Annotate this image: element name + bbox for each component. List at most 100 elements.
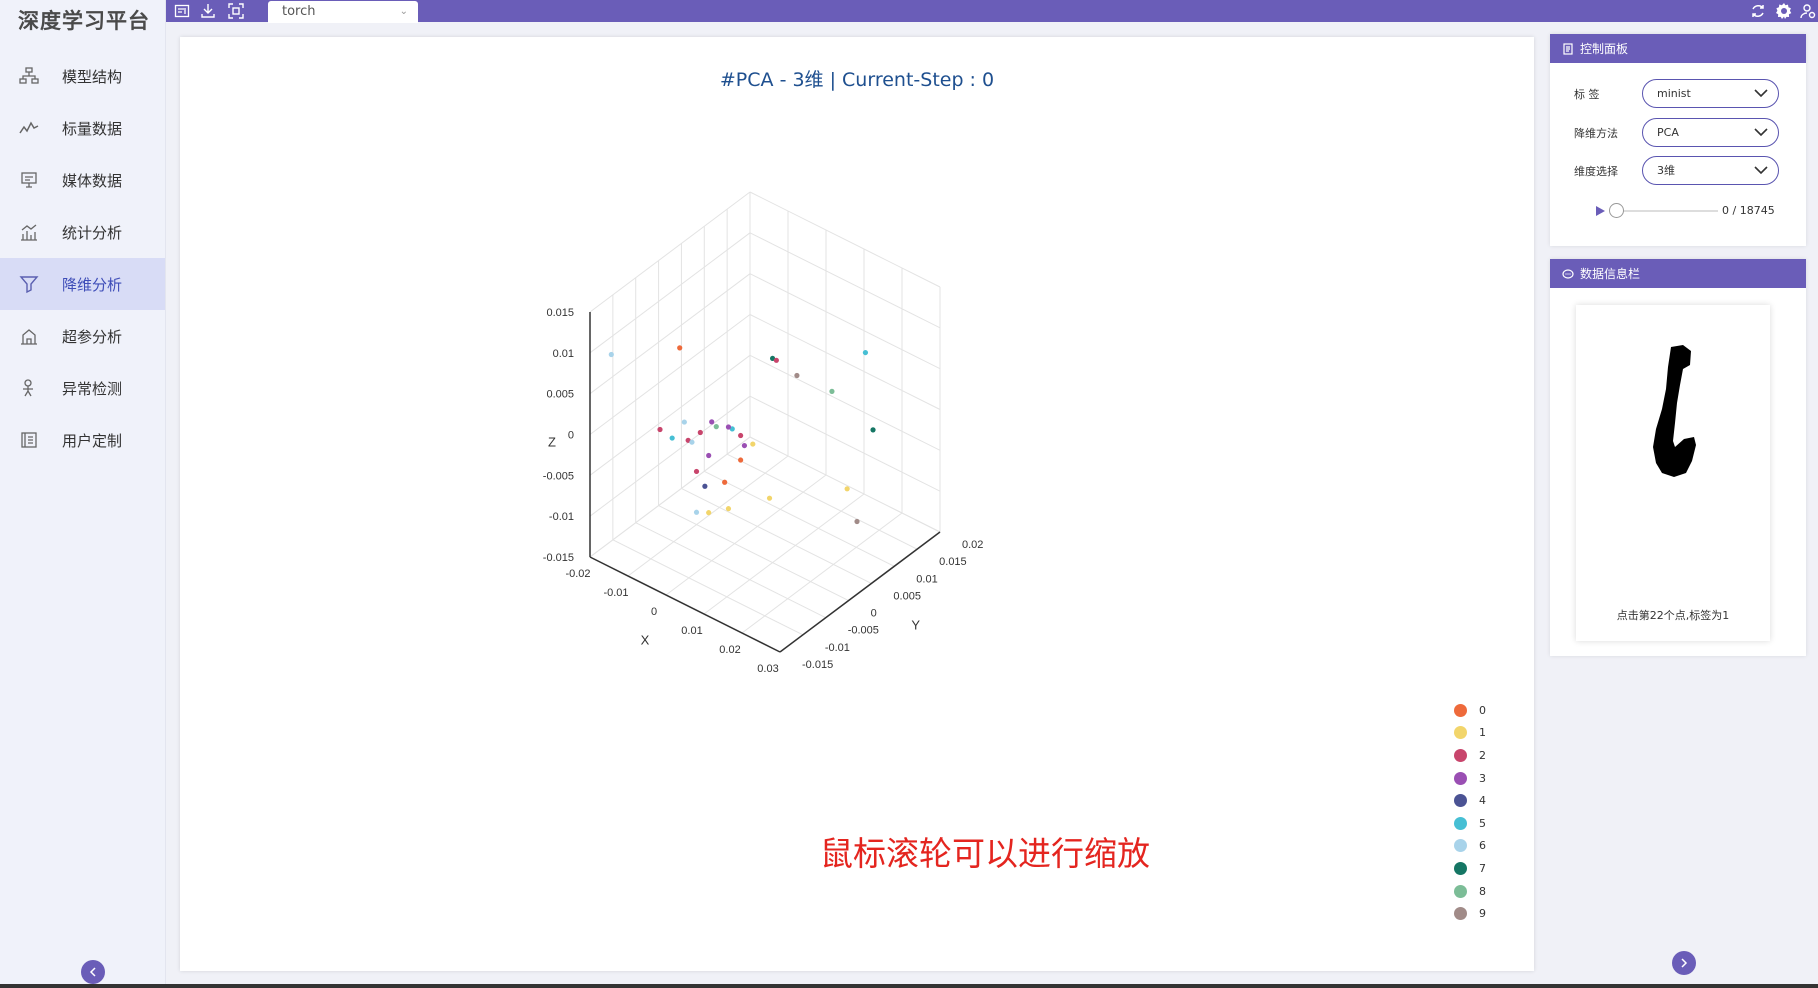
legend-swatch: [1454, 748, 1467, 762]
tab-run-select[interactable]: torch ⌄: [268, 1, 418, 23]
sidebar-nav: 模型结构 标量数据 媒体数据 统计分析 降维分析 超参分析 异常检测 用户定制: [0, 50, 165, 466]
sidebar: 深度学习平台 模型结构 标量数据 媒体数据 统计分析 降维分析 超参分析 异常检…: [0, 0, 166, 988]
scatter-point[interactable]: [608, 351, 614, 358]
sidebar-item-anomaly[interactable]: 异常检测: [0, 362, 165, 414]
info-panel-header: 数据信息栏: [1550, 259, 1806, 288]
label-row: 标 签 minist: [1574, 79, 1779, 108]
scatter-point[interactable]: [794, 372, 800, 379]
scatter-point[interactable]: [862, 349, 869, 356]
x-tick-label: 0: [651, 606, 657, 618]
user-settings-icon[interactable]: [1798, 1, 1818, 21]
legend-label: 4: [1479, 794, 1486, 808]
scatter-point[interactable]: [741, 442, 748, 449]
legend-label: 1: [1479, 726, 1486, 740]
refresh-icon[interactable]: [1748, 1, 1768, 21]
scatter-point[interactable]: [738, 457, 744, 463]
scatter-point[interactable]: [706, 510, 712, 516]
scatter-point[interactable]: [870, 427, 876, 433]
fullscreen-icon[interactable]: [226, 1, 246, 21]
scatter-point[interactable]: [697, 429, 703, 436]
play-icon[interactable]: [1594, 205, 1606, 217]
scatter-point[interactable]: [854, 518, 860, 525]
legend-item[interactable]: 4: [1454, 789, 1486, 812]
sidebar-item-scalar-data[interactable]: 标量数据: [0, 102, 165, 154]
sidebar-item-model-structure[interactable]: 模型结构: [0, 50, 165, 102]
scatter-point[interactable]: [689, 439, 695, 445]
scatter-point[interactable]: [725, 506, 732, 512]
sidebar-item-statistics[interactable]: 统计分析: [0, 206, 165, 258]
y-tick-label: 0.005: [893, 590, 921, 602]
scatter-point[interactable]: [709, 419, 715, 425]
legend-item[interactable]: 3: [1454, 767, 1486, 790]
label-select[interactable]: minist: [1642, 79, 1779, 108]
control-panel-title: 控制面板: [1580, 42, 1629, 56]
dimension-select[interactable]: 3维: [1642, 156, 1779, 185]
chart-legend: 0 1 2 3 4 5 6 7 8 9: [1454, 699, 1486, 925]
legend-item[interactable]: 5: [1454, 812, 1486, 835]
scatter-point[interactable]: [725, 424, 732, 430]
scatter-point[interactable]: [681, 419, 687, 425]
scatter-point[interactable]: [766, 495, 773, 501]
legend-item[interactable]: 2: [1454, 744, 1486, 767]
scatter-point[interactable]: [844, 486, 850, 492]
grid-line: [749, 436, 941, 533]
sidebar-item-custom[interactable]: 用户定制: [0, 414, 165, 466]
chevron-down-icon: [1754, 166, 1768, 175]
sidebar-item-dim-reduction[interactable]: 降维分析: [0, 258, 165, 310]
download-icon[interactable]: [198, 1, 218, 21]
scatter-point[interactable]: [706, 452, 712, 459]
legend-item[interactable]: 7: [1454, 857, 1486, 880]
legend-item[interactable]: 6: [1454, 835, 1486, 858]
legend-label: 0: [1479, 703, 1486, 717]
scatter-point[interactable]: [773, 357, 779, 363]
y-tick-label: -0.01: [825, 642, 850, 654]
step-slider[interactable]: [1609, 202, 1718, 218]
scatter-point[interactable]: [702, 483, 708, 489]
scatter-point[interactable]: [693, 509, 700, 515]
scatter-point[interactable]: [657, 426, 663, 433]
sidebar-collapse-button[interactable]: [81, 960, 105, 984]
y-tick-label: -0.015: [802, 659, 833, 671]
scatter-point[interactable]: [750, 441, 756, 447]
next-page-button[interactable]: [1672, 951, 1696, 975]
legend-item[interactable]: 8: [1454, 880, 1486, 903]
sidebar-item-media-data[interactable]: 媒体数据: [0, 154, 165, 206]
legend-item[interactable]: 0: [1454, 699, 1486, 722]
sidebar-item-hyperparam[interactable]: 超参分析: [0, 310, 165, 362]
media-monitor-icon: [18, 169, 40, 191]
sidebar-item-label: 用户定制: [62, 431, 123, 450]
export-icon[interactable]: [172, 1, 192, 21]
legend-item[interactable]: 1: [1454, 722, 1486, 745]
sidebar-item-label: 超参分析: [62, 327, 123, 346]
scatter-point[interactable]: [713, 424, 719, 430]
x-tick-label: 0.03: [757, 663, 778, 675]
x-tick-label: 0.02: [719, 644, 740, 656]
sidebar-item-label: 降维分析: [62, 275, 123, 294]
z-tick-label: -0.01: [549, 511, 574, 523]
legend-swatch: [1454, 861, 1467, 875]
scatter-point[interactable]: [829, 388, 835, 394]
grid-line: [589, 314, 751, 435]
grid-line: [589, 354, 751, 476]
step-display: 0 / 18745: [1722, 204, 1775, 217]
custom-icon: [18, 429, 40, 451]
scatter-point[interactable]: [722, 479, 728, 485]
grid-line: [749, 314, 941, 410]
method-select[interactable]: PCA: [1642, 118, 1779, 147]
legend-swatch: [1454, 816, 1467, 830]
legend-swatch: [1454, 771, 1467, 785]
scalar-line-icon: [18, 117, 40, 139]
grid-line: [589, 232, 751, 354]
scatter-point[interactable]: [669, 435, 675, 441]
scatter-point[interactable]: [738, 432, 744, 439]
scatter-point[interactable]: [693, 468, 700, 475]
model-structure-icon: [18, 65, 40, 87]
legend-swatch: [1454, 794, 1467, 808]
grid-line: [749, 232, 941, 329]
scatter-point[interactable]: [677, 345, 683, 351]
legend-item[interactable]: 9: [1454, 902, 1486, 925]
sidebar-item-label: 标量数据: [62, 119, 123, 138]
step-slider-handle[interactable]: [1609, 202, 1624, 218]
control-panel: 控制面板 标 签 minist 降维方法 PCA 维度选择 3维 0 / 187…: [1550, 34, 1806, 246]
settings-gear-icon[interactable]: [1774, 1, 1794, 21]
